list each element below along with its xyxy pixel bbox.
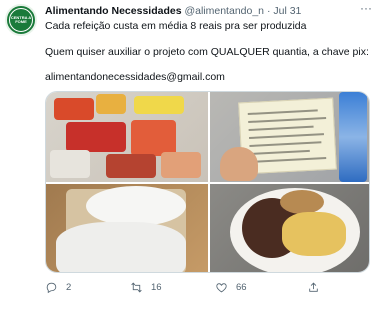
media-grid [45, 91, 370, 273]
reply-count: 2 [66, 282, 72, 293]
tweet-text-line: alimentandonecessidades@gmail.com [45, 71, 225, 83]
retweet-button[interactable]: 16 [130, 281, 162, 294]
photo-meal-bowl[interactable] [210, 184, 369, 272]
tweet-text-line: Quem quiser auxiliar o projeto com QUALQ… [45, 46, 369, 58]
tweet-actions: 2 16 66 [45, 281, 365, 297]
reply-button[interactable]: 2 [45, 281, 71, 294]
tweet-header: Alimentando Necessidades @alimentando_n … [45, 5, 360, 17]
photo-grocery-bags[interactable] [46, 92, 208, 182]
tweet-date[interactable]: Jul 31 [273, 5, 301, 17]
retweet-count: 16 [151, 282, 162, 293]
avatar[interactable]: CENTRA A FOME [5, 4, 37, 36]
share-button[interactable] [307, 281, 320, 294]
share-icon [309, 282, 318, 292]
display-name[interactable]: Alimentando Necessidades [45, 5, 182, 17]
heart-icon [216, 283, 227, 293]
avatar-logo: CENTRA A FOME [9, 8, 33, 32]
more-options-icon[interactable]: ··· [360, 1, 372, 15]
photo-receipt[interactable] [210, 92, 369, 182]
photo-food-sacks[interactable] [46, 184, 208, 272]
tweet-text-line: Cada refeição custa em média 8 reais pra… [45, 20, 307, 32]
separator-dot: · [266, 5, 271, 17]
like-count: 66 [236, 282, 247, 293]
user-handle[interactable]: @alimentando_n [184, 5, 264, 17]
like-button[interactable]: 66 [215, 281, 247, 294]
reply-icon [46, 282, 57, 294]
retweet-icon [131, 282, 142, 293]
